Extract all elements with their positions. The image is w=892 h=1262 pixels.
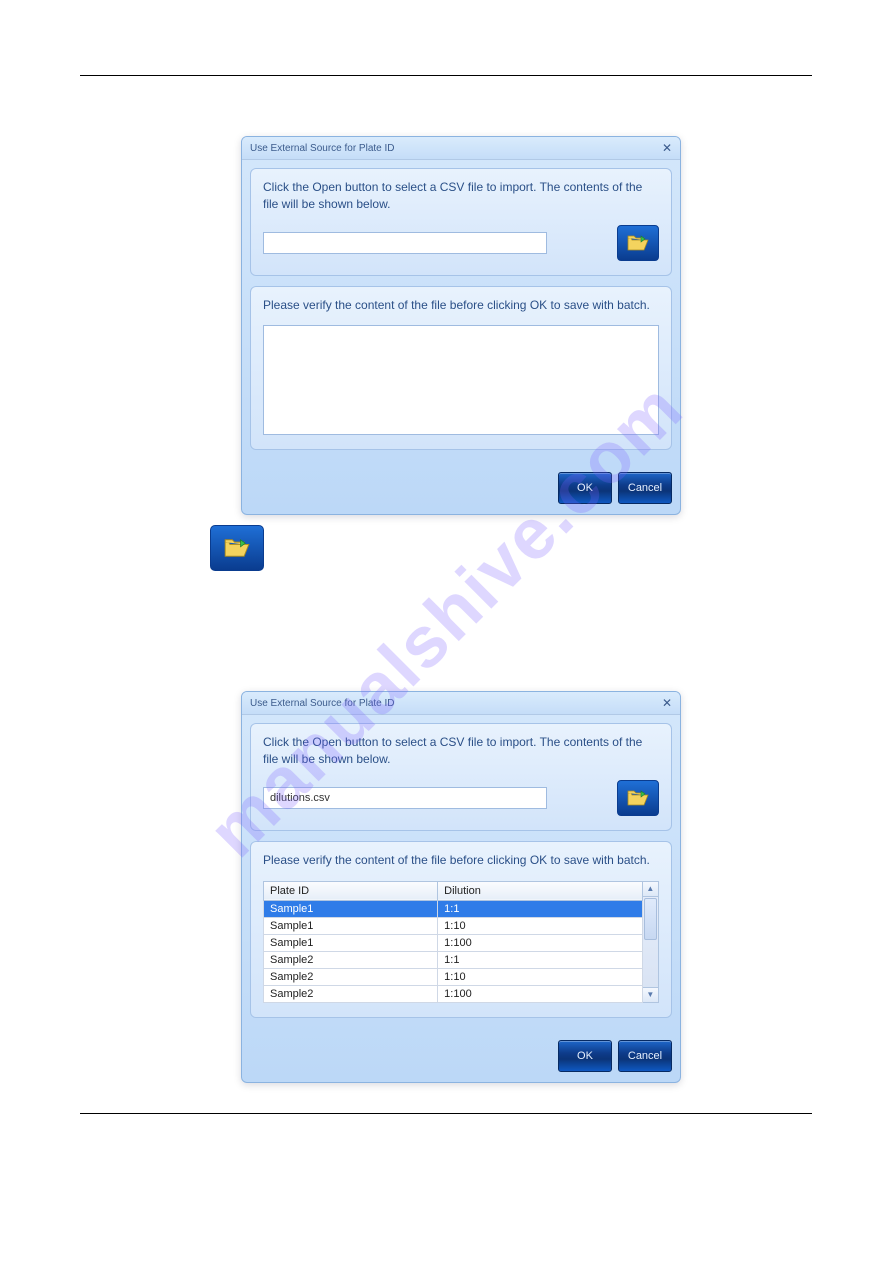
close-icon[interactable]: ✕ — [662, 141, 672, 155]
folder-open-icon — [224, 537, 250, 559]
table-row[interactable]: Sample11:100 — [264, 934, 643, 951]
verify-instruction: Please verify the content of the file be… — [263, 852, 659, 869]
col-dilution[interactable]: Dilution — [438, 881, 642, 900]
open-file-button[interactable] — [617, 225, 659, 261]
verify-panel: Please verify the content of the file be… — [250, 841, 672, 1018]
close-icon[interactable]: ✕ — [662, 696, 672, 710]
footer-divider — [80, 1113, 812, 1114]
cell-plate-id: Sample1 — [264, 934, 438, 951]
dialog-titlebar: Use External Source for Plate ID ✕ — [242, 137, 680, 160]
cancel-button[interactable]: Cancel — [618, 472, 672, 504]
ok-button[interactable]: OK — [558, 1040, 612, 1072]
preview-table: Plate ID Dilution Sample11:1Sample11:10S… — [263, 881, 643, 1003]
file-path-input[interactable] — [263, 787, 547, 809]
ok-button[interactable]: OK — [558, 472, 612, 504]
cell-dilution: 1:100 — [438, 985, 642, 1002]
dialog-external-source-empty: Use External Source for Plate ID ✕ Click… — [241, 136, 681, 515]
dialog-titlebar: Use External Source for Plate ID ✕ — [242, 692, 680, 715]
import-panel: Click the Open button to select a CSV fi… — [250, 723, 672, 831]
preview-empty-box — [263, 325, 659, 435]
open-file-button-large[interactable] — [210, 525, 264, 571]
import-panel: Click the Open button to select a CSV fi… — [250, 168, 672, 276]
cell-plate-id: Sample1 — [264, 917, 438, 934]
cell-plate-id: Sample2 — [264, 951, 438, 968]
file-path-input[interactable] — [263, 232, 547, 254]
cell-dilution: 1:1 — [438, 951, 642, 968]
open-file-button[interactable] — [617, 780, 659, 816]
cell-dilution: 1:10 — [438, 917, 642, 934]
table-row[interactable]: Sample21:100 — [264, 985, 643, 1002]
header-divider — [80, 75, 812, 106]
scroll-up-arrow-icon[interactable]: ▲ — [643, 882, 658, 897]
cell-dilution: 1:100 — [438, 934, 642, 951]
scroll-thumb[interactable] — [644, 898, 657, 940]
table-row[interactable]: Sample11:10 — [264, 917, 643, 934]
folder-open-icon — [627, 234, 649, 252]
col-plate-id[interactable]: Plate ID — [264, 881, 438, 900]
cell-dilution: 1:10 — [438, 968, 642, 985]
verify-instruction: Please verify the content of the file be… — [263, 297, 659, 314]
scroll-down-arrow-icon[interactable]: ▼ — [643, 987, 658, 1002]
cancel-button[interactable]: Cancel — [618, 1040, 672, 1072]
table-scrollbar[interactable]: ▲ ▼ — [643, 881, 659, 1003]
table-row[interactable]: Sample11:1 — [264, 900, 643, 917]
dialog-title: Use External Source for Plate ID — [250, 143, 395, 154]
cell-plate-id: Sample2 — [264, 985, 438, 1002]
cell-plate-id: Sample2 — [264, 968, 438, 985]
verify-panel: Please verify the content of the file be… — [250, 286, 672, 451]
import-instruction: Click the Open button to select a CSV fi… — [263, 179, 659, 213]
cell-dilution: 1:1 — [438, 900, 642, 917]
cell-plate-id: Sample1 — [264, 900, 438, 917]
dialog-title: Use External Source for Plate ID — [250, 698, 395, 709]
import-instruction: Click the Open button to select a CSV fi… — [263, 734, 659, 768]
dialog-external-source-filled: Use External Source for Plate ID ✕ Click… — [241, 691, 681, 1082]
folder-open-icon — [627, 789, 649, 807]
table-row[interactable]: Sample21:10 — [264, 968, 643, 985]
table-row[interactable]: Sample21:1 — [264, 951, 643, 968]
